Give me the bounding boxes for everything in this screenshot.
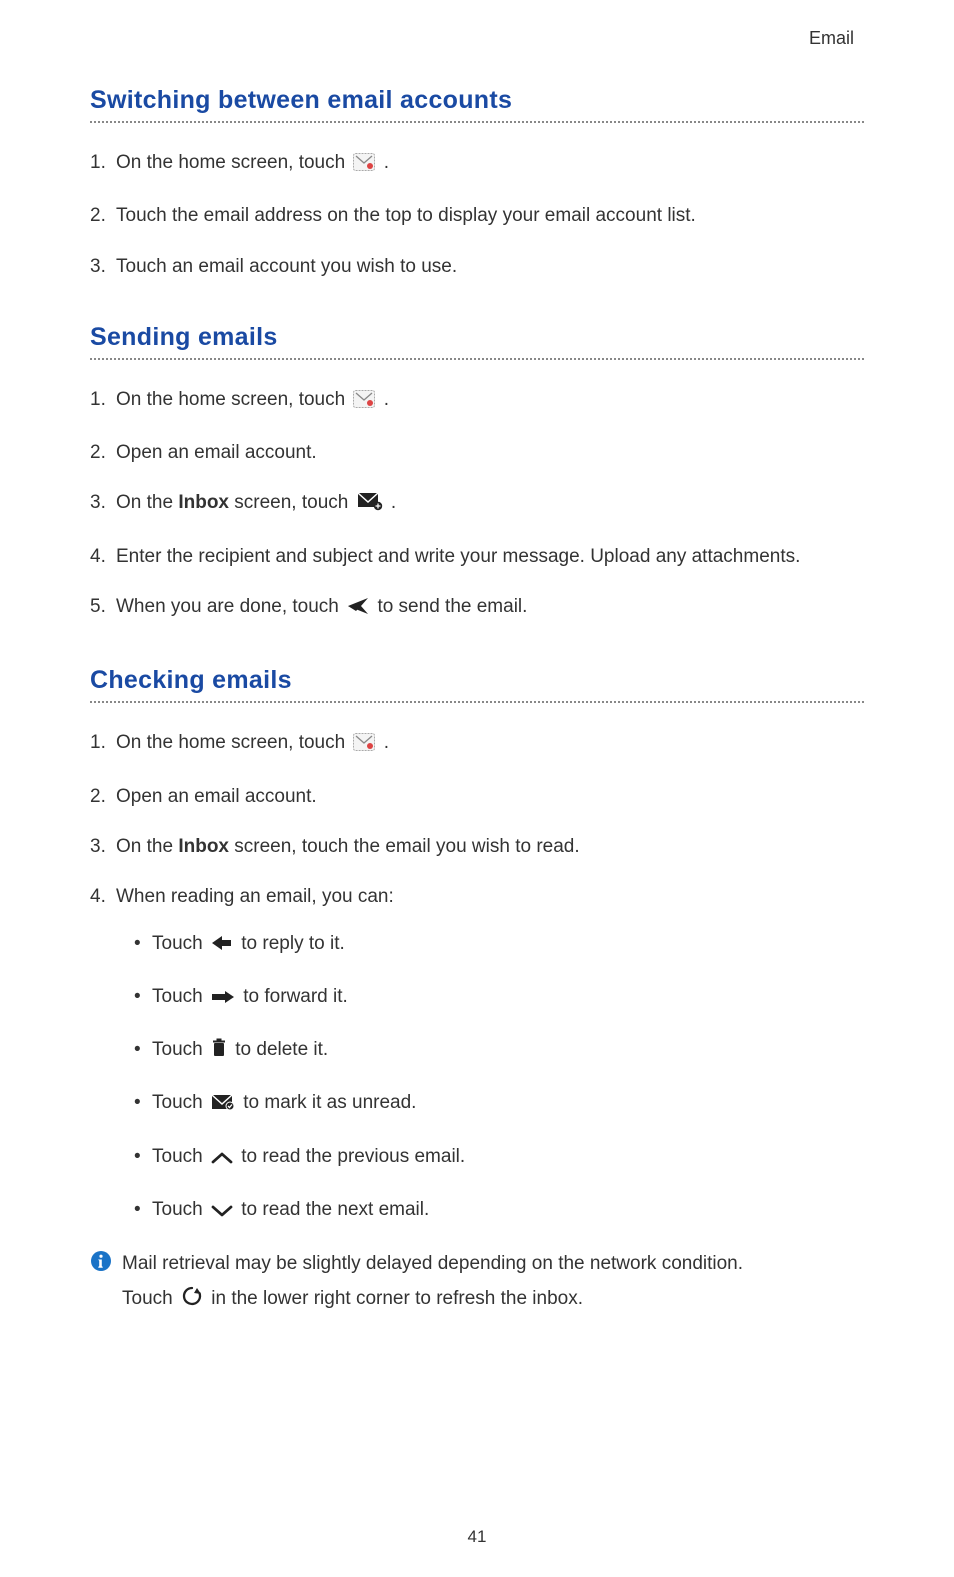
compose-icon — [357, 490, 383, 522]
chevron-up-icon — [211, 1144, 233, 1176]
step-item: When you are done, touch to send the ema… — [90, 591, 864, 626]
sub-text: Touch — [152, 933, 208, 954]
note-line: Touch — [122, 1288, 178, 1309]
step-text: . — [391, 492, 396, 513]
sub-text: Touch — [152, 1146, 208, 1167]
step-item: Open an email account. — [90, 781, 864, 813]
sub-item: Touch to reply to it. — [134, 928, 864, 963]
sub-text: to mark it as unread. — [243, 1092, 416, 1113]
note-text: Mail retrieval may be slightly delayed d… — [122, 1247, 864, 1318]
steps-sending: On the home screen, touch . Open an emai… — [90, 384, 864, 626]
step-text: On the home screen, touch — [116, 389, 350, 410]
section-title-checking: Checking emails — [90, 666, 864, 695]
step-text: On the home screen, touch — [116, 152, 350, 173]
note-block: Mail retrieval may be slightly delayed d… — [90, 1247, 864, 1318]
inbox-label: Inbox — [178, 492, 229, 513]
page-content: Switching between email accounts On the … — [90, 86, 864, 1319]
chevron-down-icon — [211, 1197, 233, 1229]
sub-text: Touch — [152, 1199, 208, 1220]
sub-text: to read the previous email. — [241, 1146, 465, 1167]
refresh-icon — [181, 1285, 203, 1319]
divider — [90, 358, 864, 360]
step-item: Touch the email address on the top to di… — [90, 200, 864, 232]
document-page: Email Switching between email accounts O… — [0, 0, 954, 1577]
sub-item: Touch to read the next email. — [134, 1194, 864, 1229]
step-item: Enter the recipient and subject and writ… — [90, 541, 864, 573]
sub-text: to forward it. — [243, 986, 348, 1007]
step-text: . — [384, 152, 389, 173]
step-text: . — [384, 389, 389, 410]
step-item: Touch an email account you wish to use. — [90, 251, 864, 283]
mark-unread-icon — [211, 1090, 235, 1122]
steps-checking: On the home screen, touch . Open an emai… — [90, 727, 864, 1229]
step-text: . — [384, 732, 389, 753]
email-app-icon — [353, 387, 375, 419]
section-title-switching: Switching between email accounts — [90, 86, 864, 115]
page-number: 41 — [0, 1527, 954, 1547]
reply-icon — [211, 931, 233, 963]
sub-text: to delete it. — [235, 1039, 328, 1060]
step-item: Open an email account. — [90, 437, 864, 469]
step-text: screen, touch — [234, 492, 353, 513]
sub-text: to reply to it. — [241, 933, 345, 954]
email-app-icon — [353, 150, 375, 182]
divider — [90, 121, 864, 123]
step-text: On the home screen, touch — [116, 732, 350, 753]
step-item: On the home screen, touch . — [90, 147, 864, 182]
inbox-label: Inbox — [178, 836, 229, 857]
sub-text: Touch — [152, 1092, 208, 1113]
step-item: When reading an email, you can: Touch to… — [90, 881, 864, 1229]
sub-text: Touch — [152, 986, 208, 1007]
section-title-sending: Sending emails — [90, 323, 864, 352]
step-item: On the Inbox screen, touch the email you… — [90, 831, 864, 863]
note-line: in the lower right corner to refresh the… — [211, 1288, 583, 1309]
step-item: On the home screen, touch . — [90, 384, 864, 419]
step-text: to send the email. — [377, 596, 527, 617]
step-text: When you are done, touch — [116, 596, 344, 617]
step-text: On the — [116, 492, 178, 513]
step-text: screen, touch the email you wish to read… — [234, 836, 579, 857]
step-text: When reading an email, you can: — [116, 886, 394, 907]
step-text: On the — [116, 836, 178, 857]
step-item: On the home screen, touch . — [90, 727, 864, 762]
sub-text: to read the next email. — [241, 1199, 429, 1220]
sub-item: Touch to mark it as unread. — [134, 1087, 864, 1122]
sub-item: Touch to delete it. — [134, 1034, 864, 1069]
page-header-category: Email — [809, 28, 854, 49]
step-item: On the Inbox screen, touch . — [90, 487, 864, 522]
forward-icon — [211, 984, 235, 1016]
note-line: Mail retrieval may be slightly delayed d… — [122, 1253, 743, 1274]
steps-switching: On the home screen, touch . Touch the em… — [90, 147, 864, 283]
sub-item: Touch to forward it. — [134, 981, 864, 1016]
send-icon — [347, 594, 369, 626]
email-app-icon — [353, 730, 375, 762]
sub-actions-list: Touch to reply to it. Touch — [134, 928, 864, 1230]
sub-item: Touch to read the previous email. — [134, 1141, 864, 1176]
sub-text: Touch — [152, 1039, 208, 1060]
divider — [90, 701, 864, 703]
info-icon — [90, 1250, 112, 1284]
delete-icon — [211, 1037, 227, 1069]
